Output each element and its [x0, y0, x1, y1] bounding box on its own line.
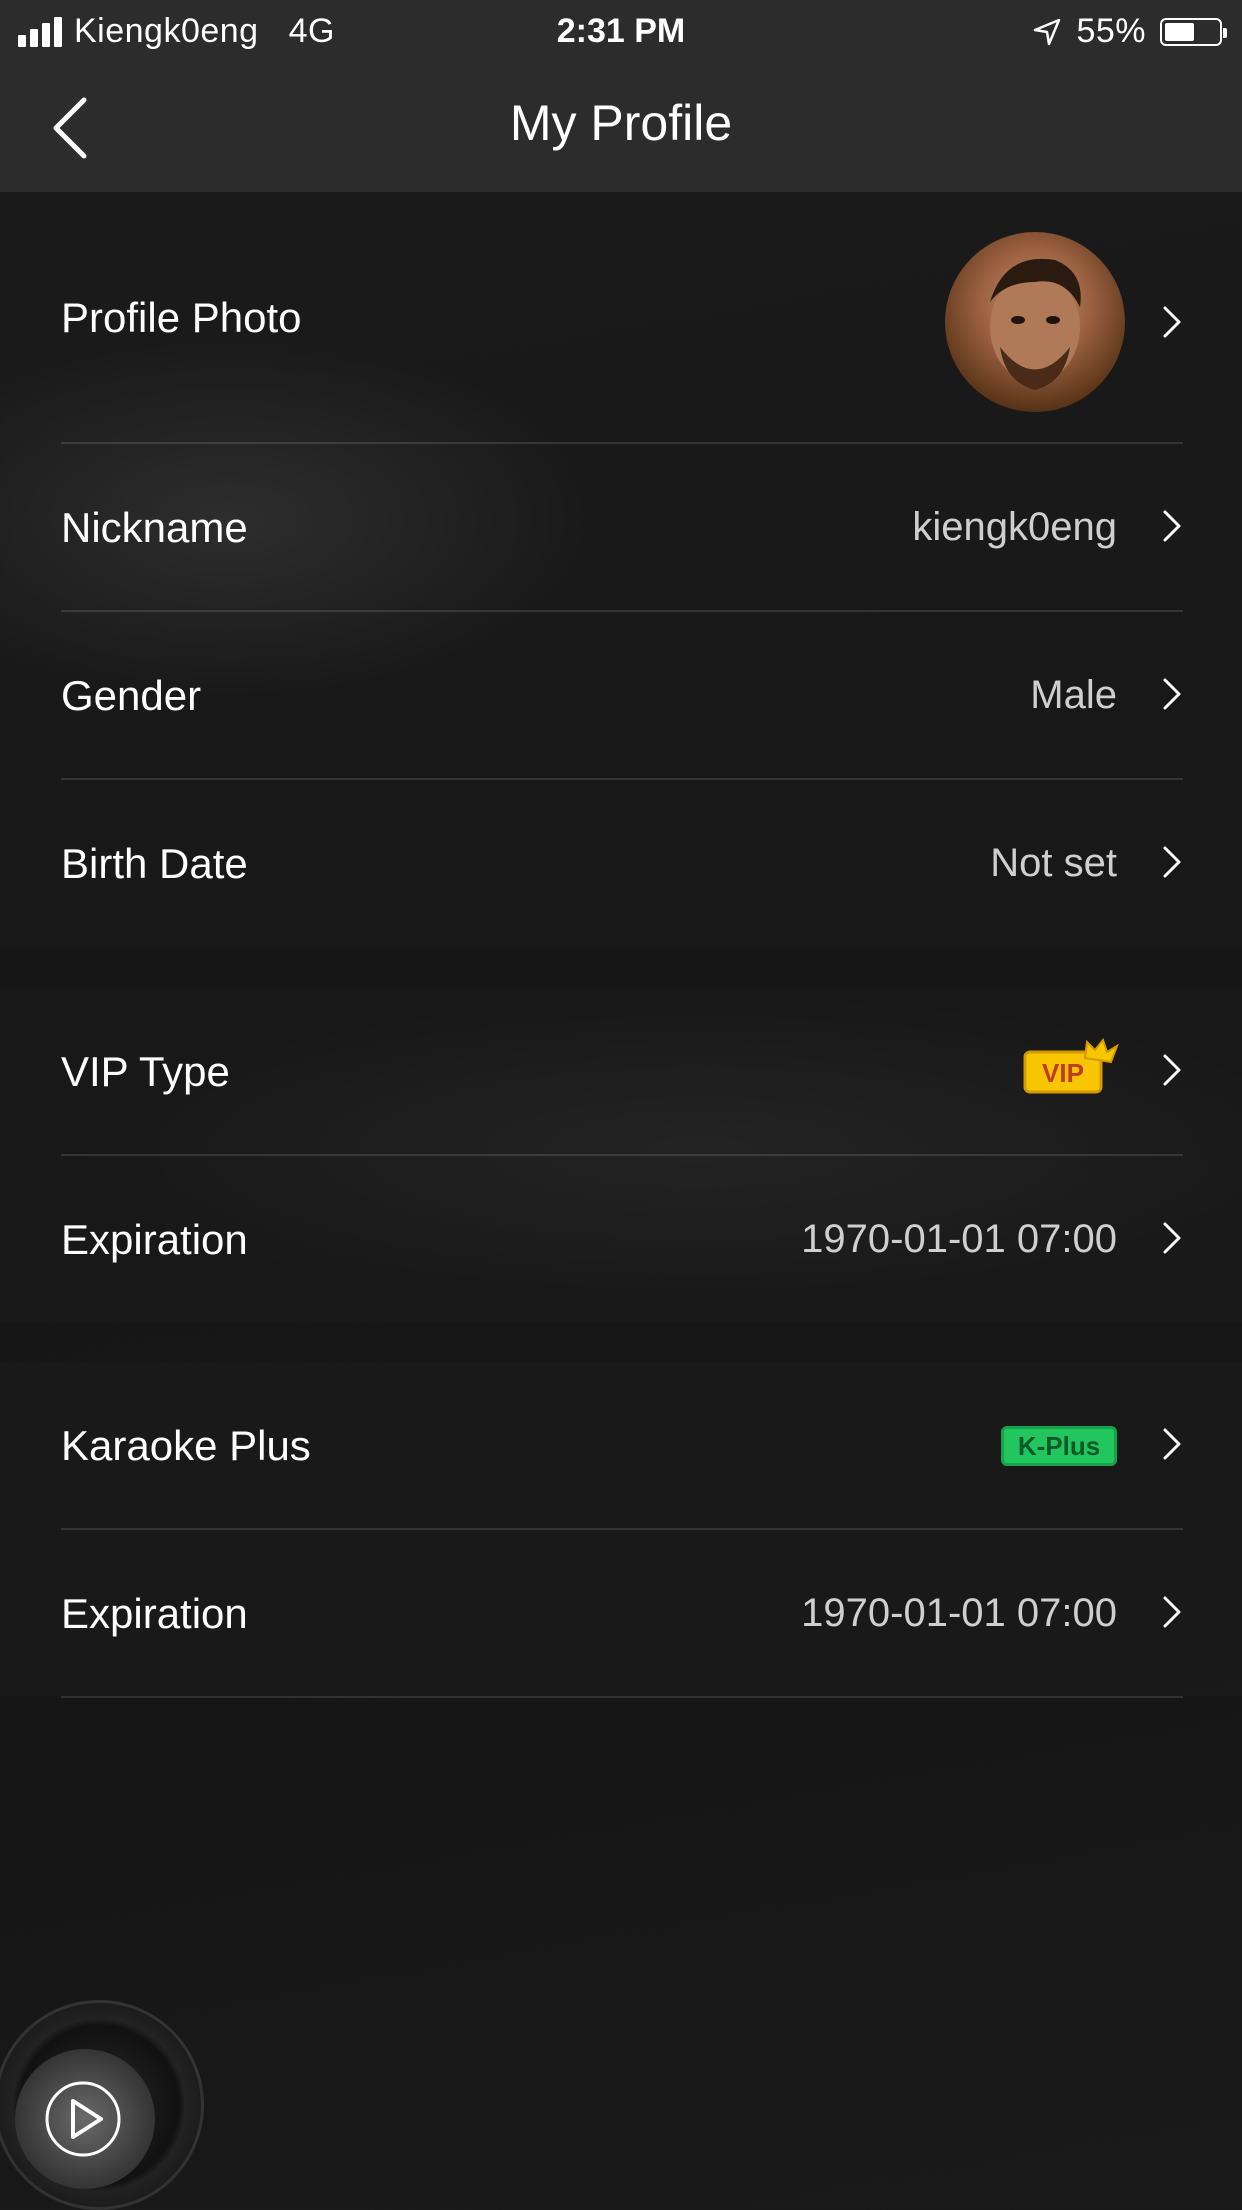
vip-badge-icon: VIP: [1023, 1038, 1119, 1094]
vip-expiration-value: 1970-01-01 07:00: [801, 1217, 1117, 1261]
mini-player-button[interactable]: [0, 2000, 204, 2210]
avatar[interactable]: [945, 232, 1125, 412]
birth-date-row[interactable]: Birth Date Not set: [61, 780, 1183, 946]
chevron-right-icon: [1163, 1054, 1181, 1086]
nickname-value: kiengk0eng: [912, 505, 1117, 549]
vip-expiration-row[interactable]: Expiration 1970-01-01 07:00: [61, 1156, 1183, 1322]
vip-expiration-label: Expiration: [61, 1216, 248, 1263]
karaoke-expiration-value: 1970-01-01 07:00: [801, 1591, 1117, 1635]
birth-date-label: Birth Date: [61, 840, 248, 887]
divider: [61, 1696, 1183, 1698]
nickname-row[interactable]: Nickname kiengk0eng: [61, 444, 1183, 610]
status-bar: Kiengk0eng 4G 2:31 PM 55%: [0, 0, 1242, 64]
karaoke-expiration-label: Expiration: [61, 1590, 248, 1637]
vip-type-label: VIP Type: [61, 1048, 230, 1095]
gender-value: Male: [1030, 673, 1117, 717]
karaoke-expiration-row[interactable]: Expiration 1970-01-01 07:00: [61, 1530, 1183, 1696]
battery-percent: 55%: [1076, 12, 1146, 50]
nickname-label: Nickname: [61, 504, 248, 551]
birth-date-value: Not set: [990, 841, 1117, 885]
chevron-right-icon: [1163, 306, 1181, 338]
vip-type-row[interactable]: VIP Type VIP: [61, 988, 1183, 1154]
battery-icon: [1160, 17, 1227, 46]
gender-row[interactable]: Gender Male: [61, 612, 1183, 778]
section-gap: [0, 948, 1242, 988]
gender-label: Gender: [61, 672, 202, 719]
page-title: My Profile: [509, 95, 733, 151]
battery-fill: [1165, 22, 1194, 41]
chevron-right-icon: [1163, 1428, 1181, 1460]
chevron-right-icon: [1163, 678, 1181, 710]
location-arrow-icon: [1034, 18, 1061, 45]
section-gap: [0, 1322, 1242, 1362]
avatar-face: [990, 258, 1081, 390]
status-right: 55%: [1032, 12, 1227, 51]
nav-bar: My Profile: [0, 64, 1242, 192]
chevron-right-icon: [1163, 510, 1181, 542]
kplus-badge: K-Plus: [1001, 1426, 1117, 1466]
karaoke-plus-label: Karaoke Plus: [61, 1422, 311, 1469]
profile-photo-label: Profile Photo: [61, 294, 302, 341]
karaoke-plus-row[interactable]: Karaoke Plus K-Plus: [61, 1362, 1183, 1528]
chevron-right-icon: [1163, 1222, 1181, 1254]
play-icon: [45, 2081, 121, 2157]
chevron-right-icon: [1163, 1596, 1181, 1628]
profile-photo-row[interactable]: Profile Photo: [61, 232, 1183, 412]
vip-badge-text: VIP: [1042, 1058, 1084, 1088]
chevron-right-icon: [1163, 846, 1181, 878]
